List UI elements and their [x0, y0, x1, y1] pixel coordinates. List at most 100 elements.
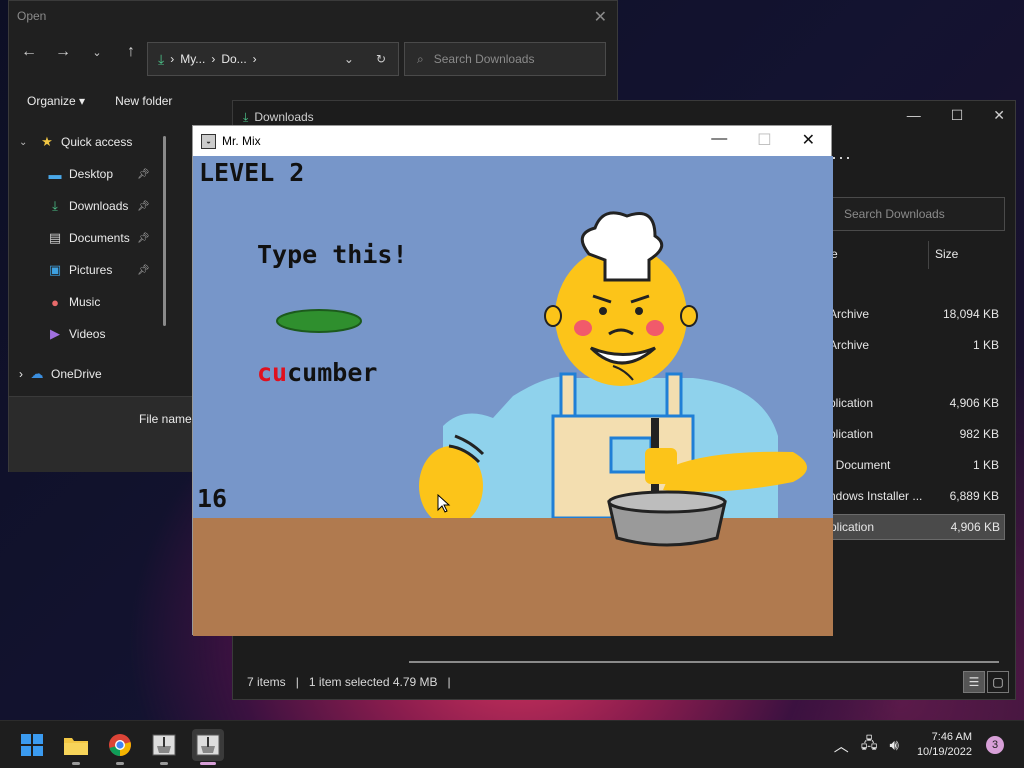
- chef-ear-left: [544, 305, 562, 327]
- level-indicator: LEVEL 2: [199, 158, 305, 187]
- column-headers: e Size: [831, 241, 1007, 269]
- file-row[interactable]: ndows Installer ... 6,889 KB: [829, 483, 1005, 509]
- close-icon[interactable]: ✕: [594, 7, 607, 27]
- tiles-view-icon[interactable]: ▢: [987, 671, 1009, 693]
- selection-info: 1 item selected 4.79 MB: [308, 675, 438, 689]
- view-toggle: ☰ ▢: [963, 671, 1009, 693]
- close-icon[interactable]: ✕: [993, 107, 1005, 124]
- folder-icon: [64, 738, 88, 755]
- chef-eye-left: [599, 307, 607, 315]
- back-arrow-icon[interactable]: ←: [19, 43, 39, 63]
- horizontal-scrollbar[interactable]: [409, 661, 999, 663]
- game-canvas[interactable]: LEVEL 2 Type this! cucumber 16: [193, 156, 833, 636]
- column-header-type[interactable]: e: [831, 241, 929, 269]
- breadcrumb-sep-icon: ›: [170, 52, 175, 66]
- type-prompt: Type this!: [257, 240, 408, 269]
- chrome-icon: [109, 734, 131, 756]
- desktop-icon: ▬: [48, 166, 62, 182]
- clock[interactable]: 7:46 AM 10/19/2022: [917, 730, 972, 760]
- refresh-icon[interactable]: ↻: [376, 52, 386, 66]
- navigation-pane: ⌄ ★ Quick access ▬ Desktop 📌︎ ⤓ Download…: [9, 126, 169, 390]
- videos-icon: ▶: [50, 326, 60, 341]
- maximize-icon: ☐: [757, 132, 772, 149]
- up-arrow-icon[interactable]: ↑: [121, 43, 141, 63]
- notification-badge[interactable]: 3: [986, 736, 1004, 754]
- volume-icon[interactable]: 🔊︎: [889, 737, 898, 754]
- minimize-icon[interactable]: —: [907, 107, 921, 124]
- chef-cheek-left: [574, 320, 592, 336]
- pin-icon: 📌︎: [137, 232, 150, 244]
- chevron-right-icon[interactable]: ›: [19, 367, 23, 381]
- nav-item-videos[interactable]: ▶ Videos: [9, 318, 169, 350]
- organize-button[interactable]: Organize ▾: [27, 94, 85, 108]
- mr-mix-taskbar-button-active[interactable]: [192, 729, 224, 765]
- nav-item-pictures[interactable]: ▣ Pictures 📌︎: [9, 254, 169, 286]
- file-explorer-button[interactable]: [60, 729, 92, 765]
- chef-cheek-right: [646, 320, 664, 336]
- file-row[interactable]: Archive 1 KB: [829, 332, 1005, 358]
- chrome-button[interactable]: [104, 729, 136, 765]
- nav-item-desktop[interactable]: ▬ Desktop 📌︎: [9, 158, 169, 190]
- chef-hand: [645, 448, 677, 484]
- window-title: Mr. Mix: [222, 134, 261, 148]
- mixer-app-icon: ◒: [201, 133, 216, 149]
- file-row[interactable]: t Document 1 KB: [829, 452, 1005, 478]
- start-button[interactable]: [16, 729, 48, 761]
- item-count: 7 items: [247, 675, 286, 689]
- file-row[interactable]: plication 4,906 KB: [829, 390, 1005, 416]
- network-icon[interactable]: 🖧︎: [861, 733, 878, 758]
- download-icon: ⤓: [52, 198, 58, 213]
- status-bar: 7 items | 1 item selected 4.79 MB |: [247, 675, 451, 689]
- chevron-down-icon[interactable]: ⌄: [19, 137, 33, 148]
- game-scene: [193, 156, 833, 636]
- windows-logo-icon: [21, 734, 43, 756]
- bowl-rim: [607, 490, 727, 514]
- close-icon[interactable]: ✕: [802, 130, 815, 150]
- maximize-icon[interactable]: ☐: [951, 107, 964, 124]
- chevron-down-icon[interactable]: ⌄: [344, 52, 354, 66]
- score-counter: 16: [197, 484, 228, 513]
- file-row[interactable]: Archive 18,094 KB: [829, 301, 1005, 327]
- file-row[interactable]: plication 982 KB: [829, 421, 1005, 447]
- nav-item-onedrive[interactable]: › ☁ OneDrive: [9, 358, 169, 390]
- mixer-app-icon: [196, 734, 220, 756]
- window-controls: — ☐ ✕: [907, 107, 1005, 124]
- nav-item-quick-access[interactable]: ⌄ ★ Quick access: [9, 126, 169, 158]
- mouse-pointer-icon: [437, 494, 451, 513]
- search-placeholder: Search Downloads: [433, 52, 535, 66]
- chevron-up-icon[interactable]: ︿: [834, 735, 849, 756]
- chevron-down-icon[interactable]: ⌄: [87, 43, 107, 63]
- mr-mix-taskbar-button[interactable]: [148, 729, 180, 765]
- dialog-title: Open: [17, 9, 47, 23]
- pictures-icon: ▣: [48, 262, 62, 277]
- nav-item-downloads[interactable]: ⤓ Downloads 📌︎: [9, 190, 169, 222]
- nav-item-music[interactable]: ● Music: [9, 286, 169, 318]
- download-icon: ⤓: [158, 50, 165, 67]
- clock-date: 10/19/2022: [916, 746, 972, 758]
- file-row-selected[interactable]: plication 4,906 KB: [829, 514, 1005, 540]
- breadcrumb-item[interactable]: My...: [180, 52, 205, 66]
- download-icon: ⤓: [243, 110, 249, 124]
- chef-eye-right: [635, 307, 643, 315]
- cucumber-icon: [276, 309, 362, 333]
- taskbar: ︿ 🖧︎ 🔊︎ 7:46 AM 10/19/2022 3: [0, 720, 1024, 768]
- breadcrumb-item[interactable]: Do...: [221, 52, 246, 66]
- details-view-icon[interactable]: ☰: [963, 671, 985, 693]
- music-icon: ●: [51, 294, 59, 310]
- clock-time: 7:46 AM: [931, 731, 972, 743]
- new-folder-button[interactable]: New folder: [115, 94, 172, 108]
- column-header-size[interactable]: Size: [929, 241, 958, 269]
- more-options-icon[interactable]: ···: [831, 147, 852, 168]
- command-bar: Organize ▾ New folder: [27, 94, 172, 108]
- star-icon: ★: [41, 134, 53, 149]
- minimize-icon[interactable]: —: [711, 130, 727, 150]
- address-bar[interactable]: ⤓ › My... › Do... › ⌄ ↻: [147, 42, 399, 76]
- search-input[interactable]: ⌕ Search Downloads: [404, 42, 606, 76]
- mr-mix-window: ◒ Mr. Mix — ☐ ✕ LEVEL 2 Type this! cucum…: [192, 125, 833, 636]
- nav-item-documents[interactable]: ▤ Documents 📌︎: [9, 222, 169, 254]
- search-input[interactable]: Search Downloads: [831, 197, 1005, 231]
- scrollbar[interactable]: [163, 136, 166, 326]
- forward-arrow-icon[interactable]: →: [53, 43, 73, 63]
- file-name-label: File name:: [139, 412, 196, 426]
- cloud-icon: ☁: [30, 366, 44, 381]
